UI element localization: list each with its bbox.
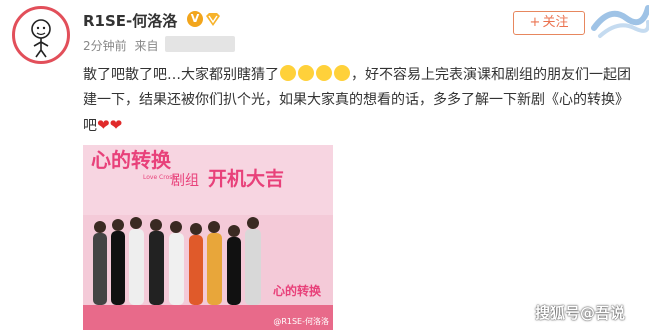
corner-logo-text: 心的转换	[273, 283, 322, 298]
vip-badge-icon	[206, 13, 220, 26]
follow-button[interactable]: + 关注	[513, 11, 585, 35]
source-prefix: 来自	[134, 39, 159, 53]
banner-logo-text: 心的转换	[91, 148, 172, 172]
laugh-cry-emoji-icon	[334, 65, 350, 81]
avatar-drawing-icon	[16, 10, 66, 60]
avatar[interactable]	[12, 6, 70, 64]
plus-icon: +	[529, 15, 541, 30]
blurred-source	[165, 36, 235, 52]
heart-icon: ❤	[97, 116, 110, 134]
username[interactable]: R1SE-何洛洛	[83, 10, 177, 31]
heart-icon: ❤	[109, 116, 123, 134]
post-text: 散了吧散了吧…大家都别瞎猜了 ，好不容易上完表演课和剧组的朋友们一起团建一下，结果…	[83, 63, 631, 139]
laugh-cry-emoji-icon	[316, 65, 332, 81]
group-photo-drawing: 心的转换 Love Cross 剧组 开机大吉 心的转换	[83, 145, 333, 330]
banner-subtitle: 剧组	[171, 173, 199, 189]
laugh-cry-emoji-icon	[280, 65, 296, 81]
corner-decoration-icon	[591, 5, 649, 38]
source-watermark: 搜狐号@吾说	[535, 304, 626, 322]
photo-caption: @R1SE-何洛洛	[273, 317, 329, 326]
follow-label: 关注	[542, 15, 569, 30]
people-group	[93, 217, 261, 305]
laugh-cry-emoji-icon	[298, 65, 314, 81]
post-meta: 2分钟前 来自	[83, 37, 158, 54]
verified-badge-icon: V	[187, 11, 203, 27]
post-time[interactable]: 2分钟前	[83, 39, 127, 53]
banner-headline: 开机大吉	[208, 167, 284, 190]
post-text-part1: 散了吧散了吧…大家都别瞎猜了	[83, 67, 279, 83]
post-photo[interactable]: 心的转换 Love Cross 剧组 开机大吉 心的转换 @R1SE-何洛洛	[83, 145, 333, 330]
